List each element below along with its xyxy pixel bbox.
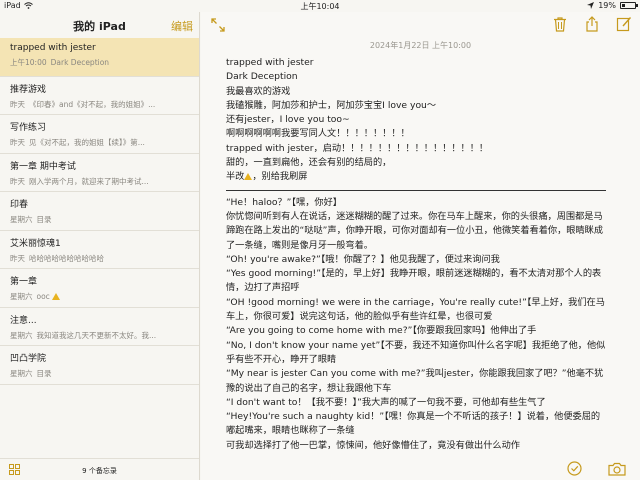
note-item-preview: 我知道我这几天不更新不太好。我...	[36, 330, 157, 340]
note-item-subtitle: 昨天 见《对不起，我的姐姐【续】》第...	[10, 137, 189, 148]
note-item-preview: 目录	[36, 215, 52, 224]
note-list-item[interactable]: 印春星期六 目录	[0, 192, 199, 231]
note-detail: 2024年1月22日 上午10:00 trapped with jester Da…	[201, 12, 640, 480]
status-time: 上午10:04	[300, 2, 340, 11]
note-list: trapped with jester 上午10:00 Dark Deception…	[0, 38, 199, 385]
note-item-title: 推荐游戏	[10, 84, 47, 95]
note-item-title: 注意...	[10, 315, 37, 326]
camera-icon[interactable]	[608, 462, 626, 476]
note-item-title: 第一章	[10, 277, 38, 287]
note-item-title: 印春	[10, 200, 29, 210]
note-body[interactable]: trapped with jester Dark Deception 我最喜欢的游戏…	[226, 56, 606, 453]
note-line: 还有jester，I love you too~	[226, 114, 350, 126]
expand-icon[interactable]	[211, 18, 225, 32]
divider	[226, 189, 606, 191]
note-list-item[interactable]: 第一章星期六 ooc	[0, 269, 199, 308]
note-paragraph: “My near is jester Can you come with me?…	[226, 368, 604, 394]
note-item-date: 昨天	[10, 253, 25, 263]
note-line: trapped with jester，启动！！！！！！！！！！！！！！！！	[226, 142, 489, 154]
note-line: trapped with jester	[226, 57, 314, 68]
note-line-warn: 半改 ，别给我刷屏	[226, 170, 606, 184]
note-item-preview: 目录	[36, 369, 52, 378]
compose-icon[interactable]	[616, 16, 632, 32]
note-line: Dark Deception	[226, 71, 298, 83]
note-item-subtitle: 星期六 目录	[10, 214, 189, 225]
note-line: 啊啊啊啊啊啊我要写同人文！！！！！！！！	[226, 128, 410, 140]
warning-icon	[51, 293, 60, 300]
detail-toolbar	[552, 16, 632, 32]
note-item-subtitle: 上午10:00 Dark Deception	[10, 57, 189, 68]
note-item-date: 星期六	[10, 369, 33, 378]
warn-line-after: ，别给我刷屏	[252, 171, 308, 183]
note-item-date: 星期六	[10, 215, 33, 224]
note-list-item[interactable]: trapped with jester 上午10:00 Dark Deception	[0, 38, 199, 77]
note-list-item[interactable]: 艾米丽惊魂1 昨天 哈哈哈哈哈哈哈哈哈哈	[0, 231, 199, 269]
share-icon[interactable]	[584, 16, 600, 32]
note-list-item[interactable]: 写作练习昨天 见《对不起，我的姐姐【续】》第...	[0, 115, 199, 154]
note-paragraph: “He！haloo？”【嘿，你好】	[226, 196, 342, 208]
notes-sidebar: 我的 iPad 编辑 trapped with jester 上午10:00 Dar…	[0, 12, 200, 480]
note-count: 9 个备忘录	[82, 467, 117, 475]
note-item-preview: 《印春》and《对不起，我的姐姐》...	[29, 99, 156, 109]
note-list-item[interactable]: 凹凸学院星期六 目录	[0, 346, 199, 385]
trash-icon[interactable]	[552, 16, 568, 32]
note-paragraph: “Hey!You're such a naughty kid！”【嘿！你真是一个…	[226, 411, 601, 437]
status-bar: iPad 上午10:04 19%	[0, 0, 640, 12]
note-paragraph: 你忧惚间听到有人在说话，迷迷糊糊的醒了过来。你在马车上醒来，你的头很痛，周围都是…	[226, 210, 604, 251]
edit-button[interactable]: 编辑	[171, 18, 193, 34]
note-item-preview: 刚入学两个月，就迎来了期中考试...	[29, 176, 149, 186]
warn-line-before: 半改	[226, 171, 245, 183]
note-paragraph: “No, I don't know your name yet”【不要，我还不知…	[226, 339, 606, 365]
note-list-item[interactable]: 注意... 星期六 我知道我这几天不更新不太好。我...	[0, 308, 199, 346]
note-header-lines: trapped with jester Dark Deception 我最喜欢的游戏…	[226, 56, 606, 170]
note-body-lines: “He！haloo？”【嘿，你好】你忧惚间听到有人在说话，迷迷糊糊的醒了过来。你…	[226, 196, 606, 453]
note-item-title: trapped with jester	[10, 43, 96, 53]
note-item-preview: 见《对不起，我的姐姐【续】》第...	[29, 138, 145, 147]
note-paragraph: “OH !good morning! we were in the carria…	[226, 296, 605, 323]
note-list-item[interactable]: 推荐游戏昨天 《印春》and《对不起，我的姐姐》...	[0, 77, 199, 115]
note-item-subtitle: 星期六 我知道我这几天不更新不太好。我...	[10, 330, 189, 341]
note-paragraph: “Yes good morning!”【是的，早上好】我睁开眼，眼前迷迷糊糊的，…	[226, 268, 602, 294]
location-icon	[587, 2, 595, 9]
checklist-icon[interactable]	[567, 461, 582, 476]
sidebar-header: 我的 iPad 编辑	[0, 12, 199, 38]
note-item-title: 凹凸学院	[10, 354, 47, 364]
note-item-date: 昨天	[10, 176, 25, 186]
note-item-subtitle: 昨天 《印春》and《对不起，我的姐姐》...	[10, 99, 189, 110]
note-paragraph: 可我却选择打了他一巴掌，惊悚间，他好像懵住了，竟没有做出什么动作	[226, 439, 520, 451]
sidebar-footer: 9 个备忘录	[0, 458, 199, 480]
note-item-date: 昨天	[10, 99, 25, 109]
note-item-preview: Dark Deception	[50, 58, 110, 67]
note-item-title: 写作练习	[10, 123, 47, 133]
note-paragraph: “Are you going to come home with me?”【你要…	[226, 325, 537, 337]
note-item-preview: 哈哈哈哈哈哈哈哈哈哈	[29, 253, 104, 263]
note-item-date: 星期六	[10, 330, 33, 340]
sidebar-title: 我的 iPad	[73, 20, 126, 33]
note-item-subtitle: 星期六 目录	[10, 368, 189, 379]
detail-footer	[201, 458, 640, 480]
note-item-subtitle: 星期六 ooc	[10, 291, 189, 302]
battery-icon	[620, 2, 638, 9]
note-item-date: 昨天	[10, 138, 25, 147]
note-paragraph: “Oh! you're awake?”【哦！你醒了？】他见我醒了，便过来询问我	[226, 253, 500, 265]
note-item-preview: ooc	[36, 292, 50, 301]
note-date: 2024年1月22日 上午10:00	[369, 41, 472, 50]
note-line: 甜的，一直到扁他，还会有别的结局的，	[226, 157, 392, 169]
note-item-title: 第一章 期中考试	[10, 161, 76, 172]
note-paragraph: “I don't want to！【我不要！】”我大声的喊了一句我不要，可他却有…	[226, 396, 546, 408]
status-right: 19%	[587, 1, 638, 10]
note-line: 我最喜欢的游戏	[226, 85, 291, 97]
note-line: 我磕猴雕，阿加莎和护士，阿加莎宝宝I love you～	[226, 99, 437, 111]
note-item-subtitle: 昨天 哈哈哈哈哈哈哈哈哈哈	[10, 253, 189, 264]
note-item-date: 星期六	[10, 292, 33, 301]
note-item-title: 艾米丽惊魂1	[10, 238, 61, 249]
note-list-item[interactable]: 第一章 期中考试 昨天 刚入学两个月，就迎来了期中考试...	[0, 154, 199, 192]
note-item-subtitle: 昨天 刚入学两个月，就迎来了期中考试...	[10, 176, 189, 187]
battery-percent: 19%	[598, 1, 616, 10]
note-item-date: 上午10:00	[10, 58, 47, 67]
